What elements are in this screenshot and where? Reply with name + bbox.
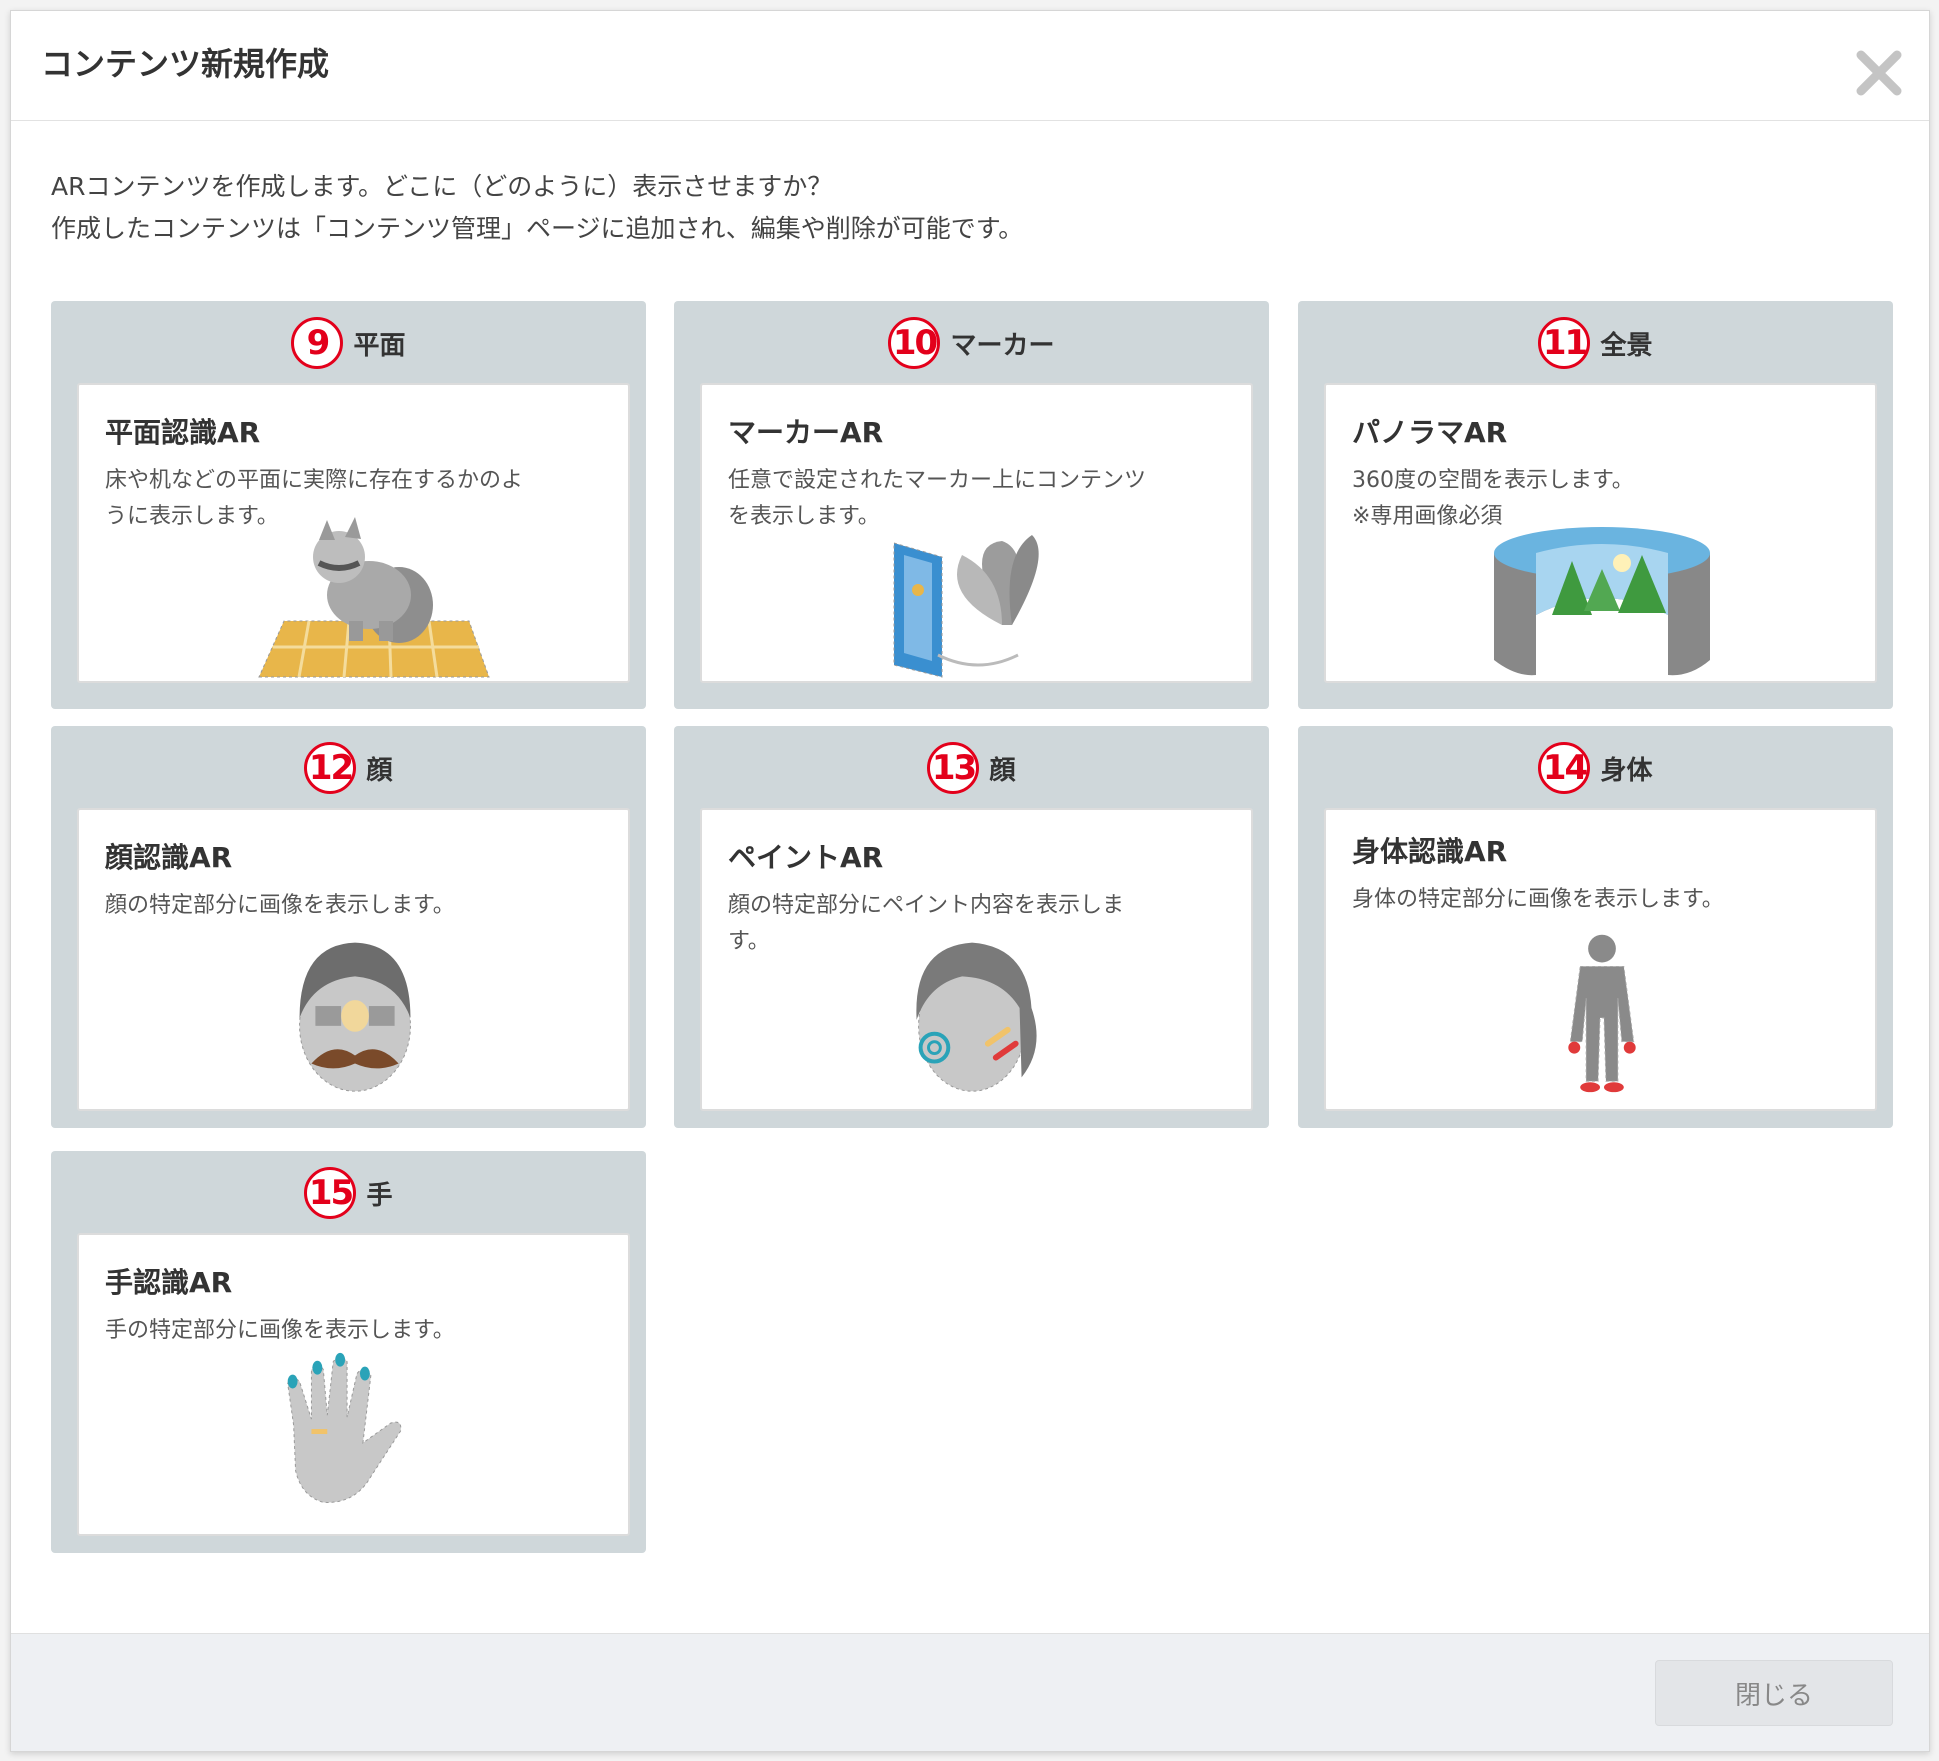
option-title: パノラマAR <box>1352 416 1508 449</box>
description-line: 360度の空間を表示します。 <box>1352 468 1634 493</box>
option-description: 身体の特定部分に画像を表示します。 <box>1352 882 1852 918</box>
number-badge: 11 <box>1538 317 1591 369</box>
option-title: 身体認識AR <box>1352 835 1508 868</box>
card-header: 9 平面 <box>51 315 646 371</box>
card-paint: 13 顔 ペイントAR 顔の特定部分にペイント内容を表示しま す。 <box>674 726 1269 1128</box>
card-header: 10 マーカー <box>674 315 1269 371</box>
number-badge: 13 <box>927 742 980 794</box>
card-body: 14 身体 身体認識AR 身体の特定部分に画像を表示します。 <box>1298 726 1893 1128</box>
number-badge: 10 <box>888 317 941 369</box>
create-content-dialog: コンテンツ新規作成 ARコンテンツを作成します。どこに（どのように）表示させます… <box>10 10 1930 1752</box>
card-face: 12 顔 顔認識AR 顔の特定部分に画像を表示します。 <box>51 726 646 1128</box>
card-header: 13 顔 <box>674 740 1269 796</box>
card-category: 全景 <box>1600 330 1653 361</box>
description-line: 床や机などの平面に実際に存在するかのよ <box>105 468 524 493</box>
intro-line-1: ARコンテンツを作成します。どこに（どのように）表示させますか？ <box>51 172 833 201</box>
dialog-header: コンテンツ新規作成 <box>11 11 1929 121</box>
intro-text: ARコンテンツを作成します。どこに（どのように）表示させますか？ 作成したコンテ… <box>51 166 1023 250</box>
card-header: 11 全景 <box>1298 315 1893 371</box>
card-category: 手 <box>366 1180 393 1211</box>
description-line: 任意で設定されたマーカー上にコンテンツ <box>728 468 1147 493</box>
intro-line-2: 作成したコンテンツは「コンテンツ管理」ページに追加され、編集や削除が可能です。 <box>51 214 1024 243</box>
description-line: 身体の特定部分に画像を表示します。 <box>1352 887 1724 912</box>
card-hand: 15 手 手認識AR 手の特定部分に画像を表示します。 <box>51 1151 646 1553</box>
option-title: 平面認識AR <box>105 416 261 449</box>
dialog-footer: 閉じる <box>11 1633 1929 1751</box>
description-line: うに表示します。 <box>105 504 279 529</box>
option-title: マーカーAR <box>728 416 884 449</box>
card-header: 15 手 <box>51 1165 646 1221</box>
number-badge: 15 <box>304 1167 357 1219</box>
marker-ar-option[interactable]: マーカーAR 任意で設定されたマーカー上にコンテンツ を表示します。 <box>700 383 1253 683</box>
card-panorama: 11 全景 パノラマAR 360度の空間を表示します。 ※専用画像必須 <box>1298 301 1893 709</box>
description-line: す。 <box>728 929 770 954</box>
close-button[interactable]: 閉じる <box>1655 1660 1893 1726</box>
option-title: 手認識AR <box>105 1266 233 1299</box>
option-description: 床や机などの平面に実際に存在するかのよ うに表示します。 <box>105 463 605 535</box>
option-description: 顔の特定部分にペイント内容を表示しま す。 <box>728 888 1228 960</box>
option-description: 360度の空間を表示します。 ※専用画像必須 <box>1352 463 1852 535</box>
card-category: マーカー <box>950 330 1055 361</box>
description-line: 顔の特定部分に画像を表示します。 <box>105 893 455 918</box>
face-ar-option[interactable]: 顔認識AR 顔の特定部分に画像を表示します。 <box>77 808 630 1111</box>
plane-ar-option[interactable]: 平面認識AR 床や机などの平面に実際に存在するかのよ うに表示します。 <box>77 383 630 683</box>
card-category: 顔 <box>366 755 393 786</box>
card-header: 12 顔 <box>51 740 646 796</box>
panorama-ar-option[interactable]: パノラマAR 360度の空間を表示します。 ※専用画像必須 <box>1324 383 1877 683</box>
description-line: を表示します。 <box>728 504 880 529</box>
hand-ar-option[interactable]: 手認識AR 手の特定部分に画像を表示します。 <box>77 1233 630 1536</box>
description-line: ※専用画像必須 <box>1352 504 1503 529</box>
option-title: 顔認識AR <box>105 841 233 874</box>
option-description: 任意で設定されたマーカー上にコンテンツ を表示します。 <box>728 463 1228 535</box>
card-plane: 9 平面 平面認識AR 床や机などの平面に実際に存在するかのよ うに表示します。 <box>51 301 646 709</box>
body-ar-option[interactable]: 身体認識AR 身体の特定部分に画像を表示します。 <box>1324 808 1877 1111</box>
description-line: 顔の特定部分にペイント内容を表示しま <box>728 893 1125 918</box>
dialog-title: コンテンツ新規作成 <box>41 45 330 83</box>
card-header: 14 身体 <box>1298 740 1893 796</box>
close-icon[interactable] <box>1851 45 1907 101</box>
paint-ar-option[interactable]: ペイントAR 顔の特定部分にペイント内容を表示しま す。 <box>700 808 1253 1111</box>
card-category: 身体 <box>1600 755 1653 786</box>
card-category: 顔 <box>989 755 1016 786</box>
option-description: 手の特定部分に画像を表示します。 <box>105 1313 605 1349</box>
card-category: 平面 <box>353 330 406 361</box>
number-badge: 12 <box>304 742 357 794</box>
number-badge: 9 <box>291 317 344 369</box>
option-title: ペイントAR <box>728 841 884 874</box>
option-description: 顔の特定部分に画像を表示します。 <box>105 888 605 924</box>
card-marker: 10 マーカー マーカーAR 任意で設定されたマーカー上にコンテンツ を表示しま… <box>674 301 1269 709</box>
description-line: 手の特定部分に画像を表示します。 <box>105 1318 455 1343</box>
number-badge: 14 <box>1538 742 1591 794</box>
